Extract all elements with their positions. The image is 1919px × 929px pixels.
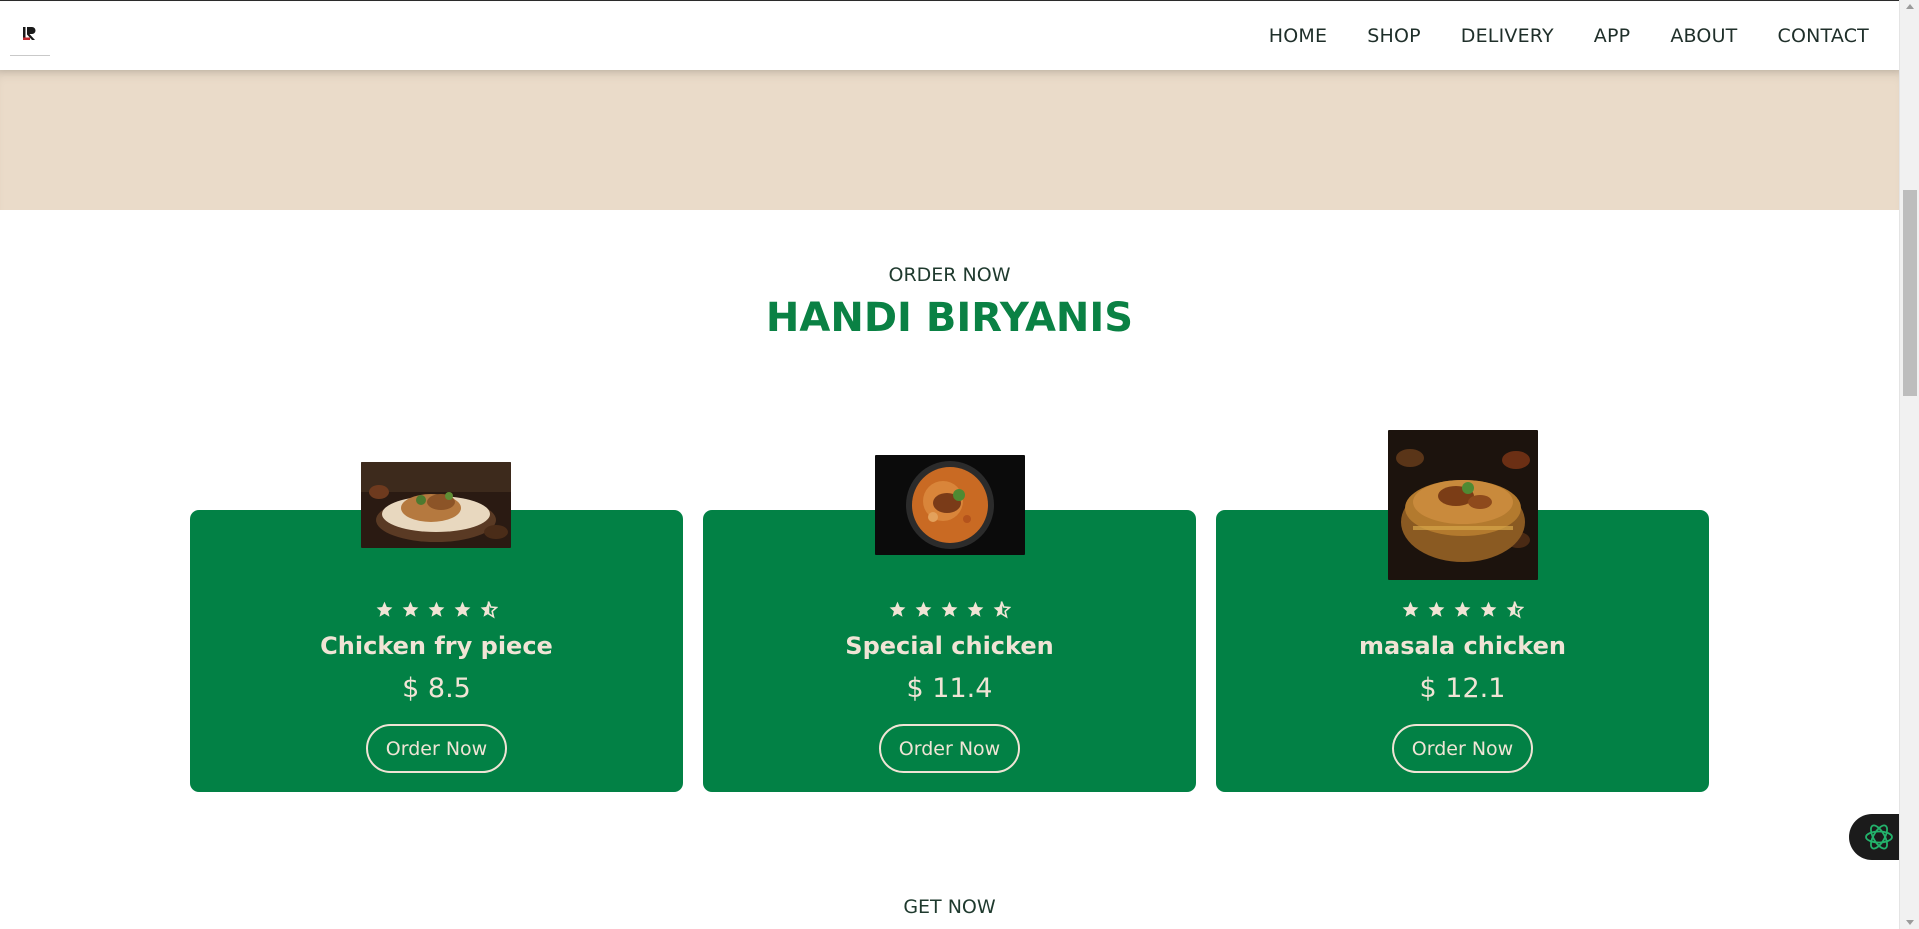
- star-icon: [889, 601, 906, 617]
- star-icon: [1480, 601, 1497, 617]
- product-price: $ 8.5: [402, 673, 471, 704]
- order-now-button[interactable]: Order Now: [366, 724, 507, 773]
- star-icon: [402, 601, 419, 617]
- main-nav: HOME SHOP DELIVERY APP ABOUT CONTACT: [1269, 2, 1869, 70]
- star-icon: [1402, 601, 1419, 617]
- biryani-handi-image: [1388, 430, 1538, 580]
- nav-app[interactable]: APP: [1594, 25, 1631, 47]
- ai-assistant-icon: [1865, 824, 1893, 850]
- site-logo[interactable]: [10, 18, 50, 56]
- nav-contact[interactable]: CONTACT: [1777, 25, 1869, 47]
- product-card: Special chicken $ 11.4 Order Now: [703, 455, 1196, 792]
- star-icon: [1454, 601, 1471, 617]
- half-star-icon: [480, 601, 498, 619]
- next-section-eyebrow: GET NOW: [903, 896, 996, 918]
- half-star-icon: [1506, 601, 1524, 619]
- nav-home[interactable]: HOME: [1269, 25, 1327, 47]
- star-rating: [190, 600, 683, 619]
- nav-delivery[interactable]: DELIVERY: [1461, 25, 1554, 47]
- hero-band: [0, 70, 1899, 210]
- page-viewport: HOME SHOP DELIVERY APP ABOUT CONTACT ORD…: [0, 0, 1899, 929]
- half-star-icon: [993, 601, 1011, 619]
- lr-logo-icon: [23, 27, 36, 40]
- nav-about[interactable]: ABOUT: [1670, 25, 1737, 47]
- scroll-down-arrow[interactable]: [1906, 920, 1914, 925]
- order-now-button[interactable]: Order Now: [879, 724, 1020, 773]
- product-name: Special chicken: [845, 632, 1054, 660]
- section-title: HANDI BIRYANIS: [765, 295, 1134, 341]
- star-icon: [428, 601, 445, 617]
- product-name: masala chicken: [1359, 632, 1566, 660]
- star-icon: [376, 601, 393, 617]
- product-price: $ 11.4: [906, 673, 993, 704]
- product-card: Chicken fry piece $ 8.5 Order Now: [190, 462, 683, 792]
- section-eyebrow: ORDER NOW: [888, 264, 1011, 286]
- page-scrollbar[interactable]: [1899, 0, 1919, 929]
- biryani-bowl-image: [875, 455, 1025, 555]
- scroll-up-arrow[interactable]: [1906, 4, 1914, 9]
- star-icon: [1428, 601, 1445, 617]
- order-now-button[interactable]: Order Now: [1392, 724, 1533, 773]
- star-icon: [967, 601, 984, 617]
- star-icon: [941, 601, 958, 617]
- top-navbar: HOME SHOP DELIVERY APP ABOUT CONTACT: [0, 2, 1899, 70]
- star-rating: [1216, 600, 1709, 619]
- star-icon: [915, 601, 932, 617]
- nav-shop[interactable]: SHOP: [1367, 25, 1421, 47]
- product-price: $ 12.1: [1419, 673, 1506, 704]
- product-card: masala chicken $ 12.1 Order Now: [1216, 430, 1709, 792]
- star-icon: [454, 601, 471, 617]
- star-rating: [703, 600, 1196, 619]
- biryani-plate-image: [361, 462, 511, 548]
- scroll-thumb[interactable]: [1903, 190, 1917, 396]
- product-name: Chicken fry piece: [320, 632, 553, 660]
